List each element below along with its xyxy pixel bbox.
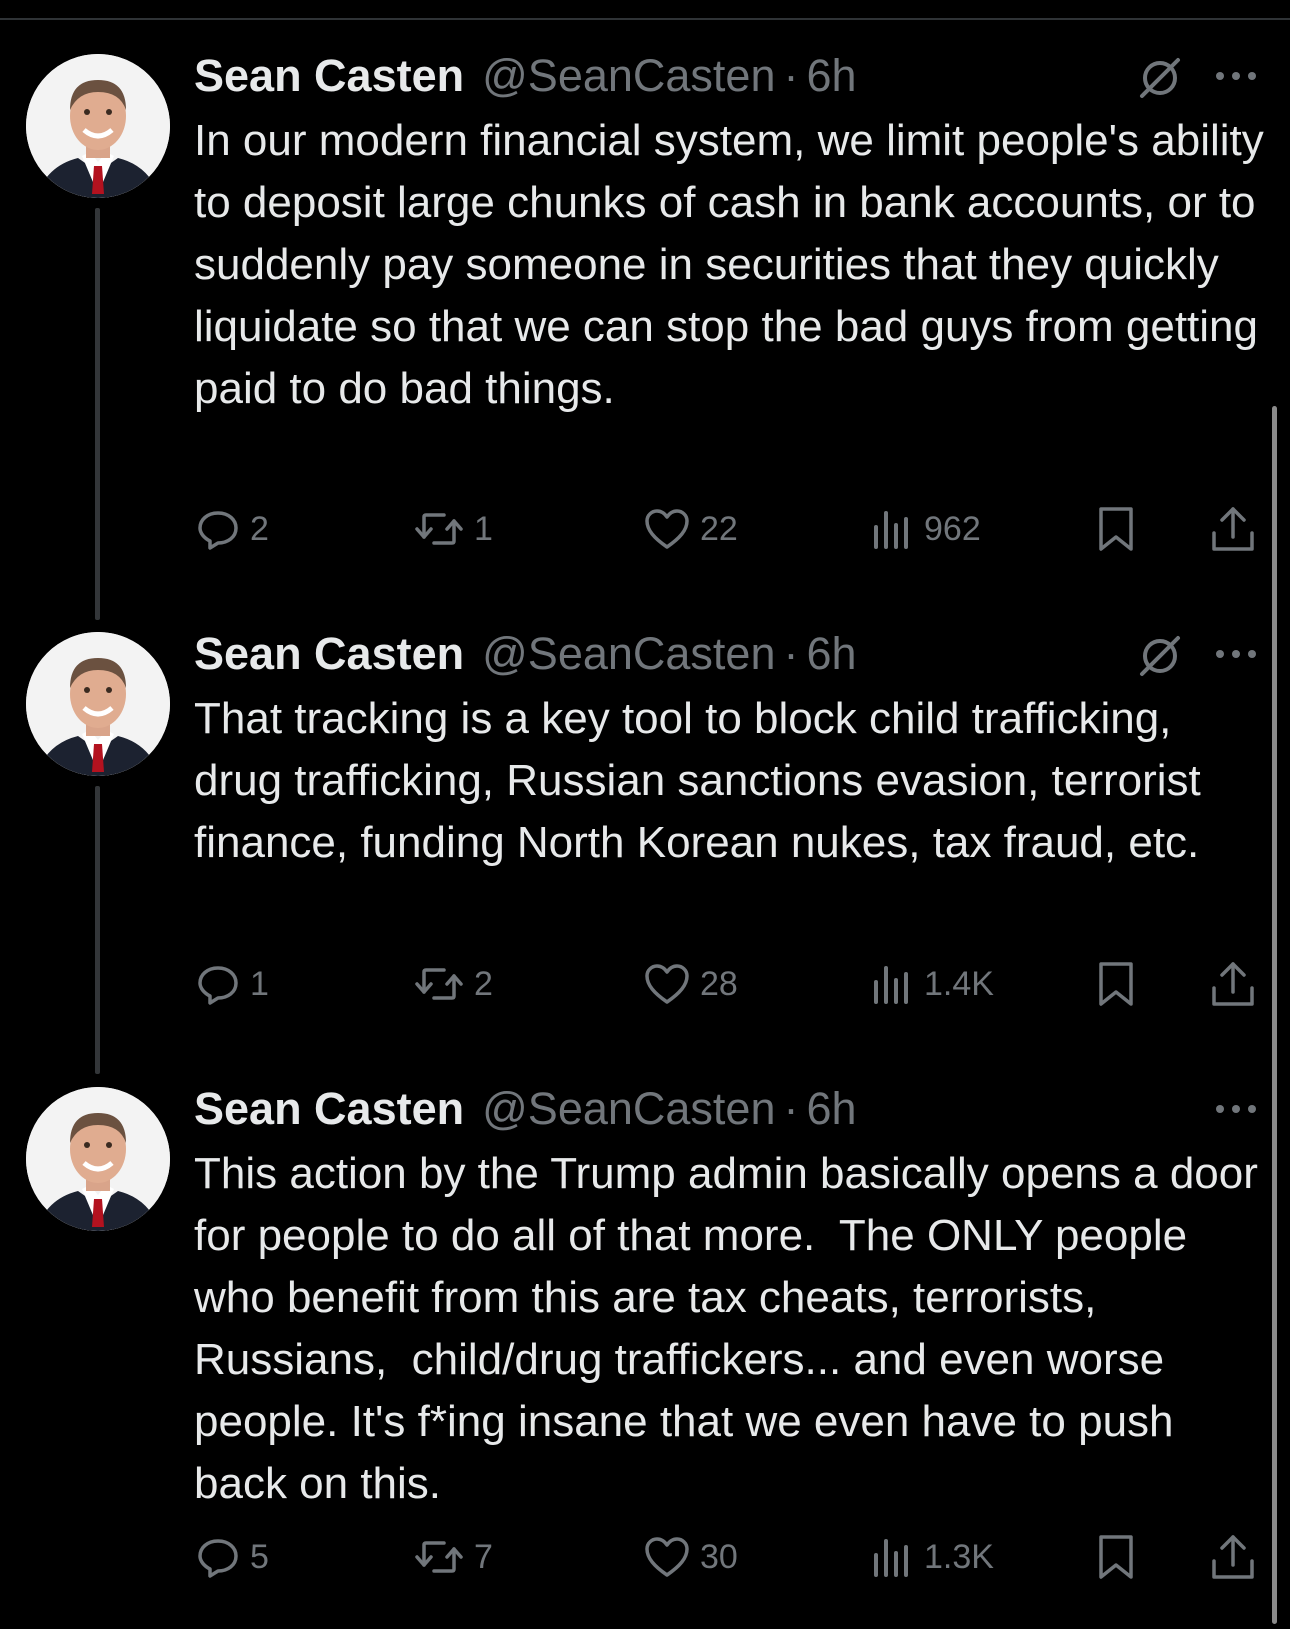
tweet-actions: 5 7 30 1.3K: [0, 1530, 1290, 1584]
timestamp[interactable]: 6h: [806, 1083, 856, 1135]
more-icon[interactable]: [1214, 646, 1258, 662]
avatar[interactable]: [26, 632, 170, 776]
more-icon[interactable]: [1214, 1101, 1258, 1117]
like-button[interactable]: 30: [644, 1530, 738, 1584]
separator-dot: ·: [783, 1083, 799, 1134]
views-icon: [874, 511, 908, 549]
tweet[interactable]: Sean Casten @SeanCasten · 6h In our mode…: [0, 0, 1290, 600]
repost-count: 1: [474, 510, 493, 548]
separator-dot: ·: [783, 50, 799, 101]
author-name[interactable]: Sean Casten: [194, 628, 464, 680]
share-button[interactable]: [1210, 502, 1266, 556]
reply-icon: [198, 1539, 238, 1578]
views-button[interactable]: 1.4K: [870, 957, 994, 1011]
more-icon[interactable]: [1214, 68, 1258, 84]
like-count: 22: [700, 510, 738, 548]
timestamp[interactable]: 6h: [806, 628, 856, 680]
like-button[interactable]: 22: [644, 502, 738, 556]
tweet-actions: 1 2 28 1.4K: [0, 957, 1290, 1011]
author-name[interactable]: Sean Casten: [194, 50, 464, 102]
reply-icon: [198, 966, 238, 1005]
view-count: 1.4K: [924, 965, 994, 1003]
tweet-text: In our modern financial system, we limit…: [194, 116, 1276, 413]
repost-icon: [415, 1541, 463, 1573]
bookmark-button[interactable]: [1096, 502, 1146, 556]
view-count: 1.3K: [924, 1538, 994, 1576]
tweet[interactable]: Sean Casten @SeanCasten · 6h This action…: [0, 1033, 1290, 1623]
author-name[interactable]: Sean Casten: [194, 1083, 464, 1135]
repost-icon: [415, 968, 463, 1000]
reply-count: 2: [250, 510, 269, 548]
like-button[interactable]: 28: [644, 957, 738, 1011]
tweet-actions: 2 1 22 962: [0, 502, 1290, 556]
tweet[interactable]: Sean Casten @SeanCasten · 6h That tracki…: [0, 578, 1290, 1038]
repost-count: 7: [474, 1538, 493, 1576]
like-count: 28: [700, 965, 738, 1003]
views-button[interactable]: 962: [870, 502, 981, 556]
repost-icon: [415, 513, 463, 545]
author-handle[interactable]: @SeanCasten: [482, 628, 775, 680]
reply-button[interactable]: 5: [196, 1530, 269, 1584]
bookmark-icon: [1099, 507, 1133, 551]
tweet-header: Sean Casten @SeanCasten · 6h: [194, 48, 857, 104]
share-icon: [1212, 962, 1254, 1006]
share-icon: [1212, 1535, 1254, 1579]
view-count: 962: [924, 510, 981, 548]
tweet-header: Sean Casten @SeanCasten · 6h: [194, 626, 857, 682]
share-button[interactable]: [1210, 957, 1266, 1011]
author-handle[interactable]: @SeanCasten: [482, 50, 775, 102]
reply-button[interactable]: 2: [196, 502, 269, 556]
reply-count: 1: [250, 965, 269, 1003]
bookmark-button[interactable]: [1096, 1530, 1146, 1584]
repost-button[interactable]: 2: [414, 957, 493, 1011]
heart-icon: [645, 509, 689, 549]
bookmark-button[interactable]: [1096, 957, 1146, 1011]
separator-dot: ·: [783, 628, 799, 679]
avatar[interactable]: [26, 1087, 170, 1231]
reply-count: 5: [250, 1538, 269, 1576]
views-icon: [874, 966, 908, 1004]
heart-icon: [645, 964, 689, 1004]
timestamp[interactable]: 6h: [806, 50, 856, 102]
heart-icon: [645, 1537, 689, 1577]
tweet-text: This action by the Trump admin basically…: [194, 1149, 1271, 1508]
views-icon: [874, 1539, 908, 1577]
views-button[interactable]: 1.3K: [870, 1530, 994, 1584]
bookmark-icon: [1099, 962, 1133, 1006]
share-icon: [1212, 507, 1254, 551]
author-handle[interactable]: @SeanCasten: [482, 1083, 775, 1135]
share-button[interactable]: [1210, 1530, 1266, 1584]
bookmark-icon: [1099, 1535, 1133, 1579]
reply-button[interactable]: 1: [196, 957, 269, 1011]
grok-icon[interactable]: [1136, 54, 1184, 102]
reply-icon: [198, 511, 238, 550]
tweet-text: That tracking is a key tool to block chi…: [194, 694, 1213, 867]
grok-icon[interactable]: [1136, 632, 1184, 680]
repost-button[interactable]: 7: [414, 1530, 493, 1584]
avatar[interactable]: [26, 54, 170, 198]
repost-count: 2: [474, 965, 493, 1003]
like-count: 30: [700, 1538, 738, 1576]
tweet-header: Sean Casten @SeanCasten · 6h: [194, 1081, 857, 1137]
repost-button[interactable]: 1: [414, 502, 493, 556]
